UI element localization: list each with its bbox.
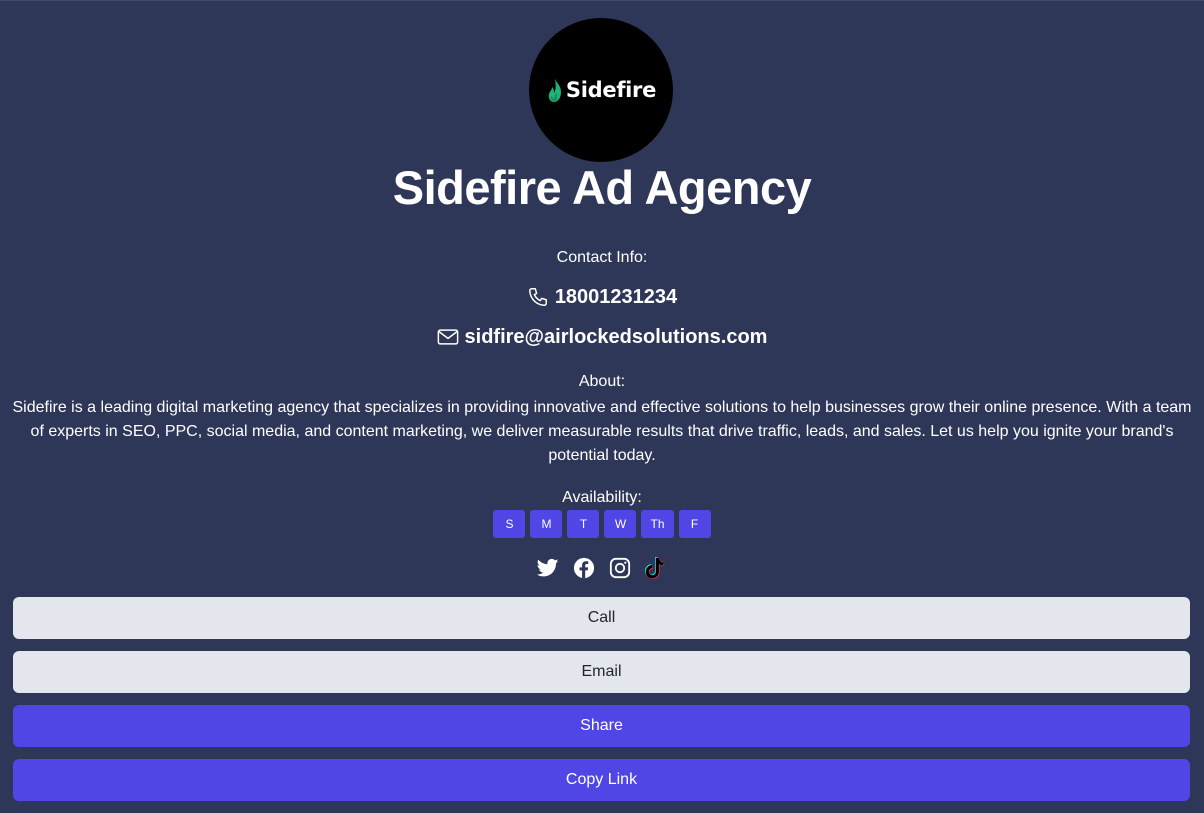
availability-heading: Availability:	[562, 489, 642, 506]
day-badge: M	[530, 510, 563, 538]
availability-days: S M T W Th F	[0, 510, 1204, 538]
contact-heading: Contact Info:	[556, 249, 648, 266]
copy-link-button[interactable]: Copy Link	[13, 759, 1190, 801]
envelope-icon	[437, 329, 458, 345]
social-links	[0, 557, 1204, 579]
day-badge: S	[493, 510, 526, 538]
about-heading: About:	[578, 373, 626, 390]
email-link[interactable]: sidfire@airlockedsolutions.com	[0, 324, 1204, 350]
facebook-icon[interactable]	[573, 557, 595, 579]
phone-link[interactable]: 18001231234	[0, 284, 1204, 310]
day-badge: T	[567, 510, 600, 538]
flame-icon	[548, 78, 561, 102]
instagram-icon[interactable]	[609, 557, 631, 579]
avatar: Sidefire	[529, 18, 673, 162]
page-title: Sidefire Ad Agency	[392, 161, 812, 214]
phone-number: 18001231234	[554, 286, 678, 308]
day-badge: F	[678, 510, 711, 538]
call-button[interactable]: Call	[13, 597, 1190, 639]
email-button[interactable]: Email	[13, 651, 1190, 693]
share-button[interactable]: Share	[13, 705, 1190, 747]
logo-text: Sidefire	[565, 78, 657, 102]
about-text: Sidefire is a leading digital marketing …	[12, 399, 1192, 464]
phone-icon	[528, 288, 547, 306]
twitter-icon[interactable]	[537, 557, 559, 579]
profile-card: Sidefire Sidefire Ad Agency Contact Info…	[0, 0, 1204, 813]
email-address: sidfire@airlockedsolutions.com	[464, 326, 768, 348]
day-badge: W	[604, 510, 637, 538]
tiktok-icon[interactable]	[645, 557, 667, 579]
brand-logo: Sidefire	[546, 77, 656, 103]
day-badge: Th	[641, 510, 674, 538]
